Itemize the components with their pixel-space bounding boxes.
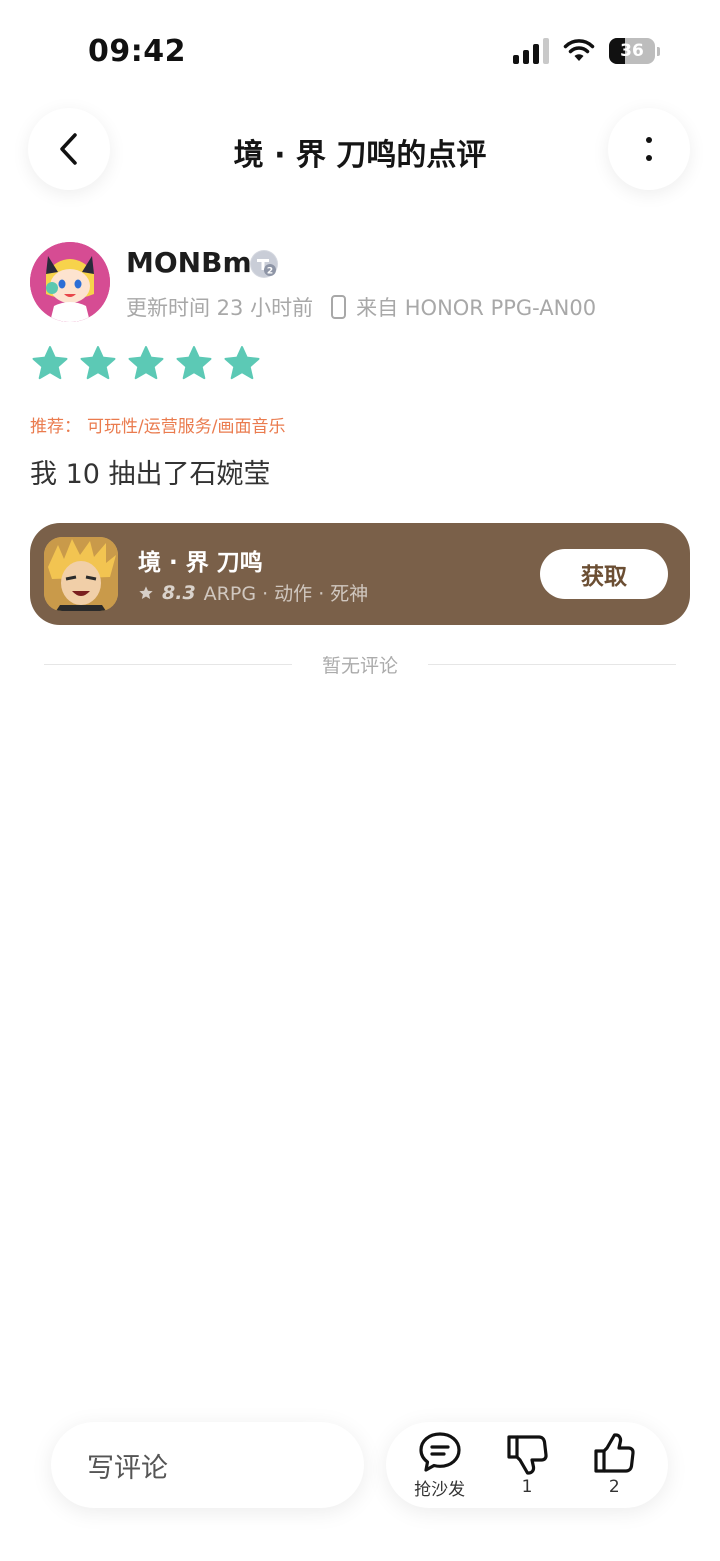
status-icons: 36 <box>513 38 660 64</box>
dislike-count: 1 <box>521 1477 533 1497</box>
status-time: 09:42 <box>88 34 186 69</box>
thumbs-down-icon <box>507 1435 548 1475</box>
more-button[interactable] <box>608 108 690 190</box>
level-number: 2 <box>267 267 273 277</box>
divider-line <box>428 663 677 665</box>
battery-level: 36 <box>620 41 644 61</box>
game-rating: 8.3 <box>162 581 196 604</box>
get-button[interactable]: 获取 <box>540 549 668 599</box>
recommend-tag-list: 可玩性/运营服务/画面音乐 <box>87 417 286 437</box>
level-badge-icon: 2 <box>250 250 278 278</box>
update-time: 更新时间 23 小时前 <box>126 296 314 320</box>
like-count: 2 <box>608 1477 620 1497</box>
no-comments-text: 暂无评论 <box>322 654 399 677</box>
star-icon <box>80 346 116 380</box>
comment-bubble-icon <box>419 1431 461 1472</box>
review-text: 我 10 抽出了石婉莹 <box>30 459 271 490</box>
no-comments-divider: 暂无评论 <box>44 652 677 677</box>
like-button[interactable]: 2 <box>576 1433 652 1497</box>
game-card[interactable]: 境 · 界 刀鸣 8.3 ARPG · 动作 · 死神 获取 <box>30 523 690 625</box>
write-comment-placeholder: 写评论 <box>87 1452 168 1484</box>
action-bar: 抢沙发 1 2 <box>386 1422 668 1508</box>
game-icon <box>44 537 118 611</box>
review-meta: 更新时间 23 小时前 来自 HONOR PPG-AN00 <box>126 292 596 322</box>
star-icon <box>176 346 212 380</box>
device-name: 来自 HONOR PPG-AN00 <box>356 296 597 320</box>
username[interactable]: MONBm <box>126 246 252 279</box>
recommend-tags: 推荐： 可玩性/运营服务/画面音乐 <box>30 412 285 437</box>
cellular-signal-icon <box>513 38 549 64</box>
status-bar: 09:42 36 <box>0 0 720 100</box>
phone-icon <box>331 295 347 319</box>
battery-tip <box>657 46 660 56</box>
author-info: MONBm 2 更新时间 23 小时前 来自 HONOR PPG-AN00 <box>30 242 690 324</box>
comment-button-label: 抢沙发 <box>414 1479 466 1500</box>
game-meta: 8.3 ARPG · 动作 · 死神 <box>138 579 368 606</box>
recommend-label: 推荐： <box>30 417 81 437</box>
review-detail-page: 09:42 36 境 · 界 刀鸣的点评 MONBm 2 更新时间 23 小时前… <box>0 0 720 1561</box>
game-tags: ARPG · 动作 · 死神 <box>203 583 369 605</box>
avatar-illustration <box>30 242 110 322</box>
game-name: 境 · 界 刀鸣 <box>138 550 263 576</box>
divider-line <box>44 663 292 665</box>
thumbs-up-icon <box>594 1433 635 1473</box>
comment-button[interactable]: 抢沙发 <box>402 1431 478 1500</box>
star-icon <box>128 346 164 380</box>
avatar[interactable] <box>30 242 110 322</box>
write-comment-input[interactable]: 写评论 <box>51 1422 364 1508</box>
star-rating <box>30 344 262 384</box>
star-icon <box>224 346 260 380</box>
star-icon <box>32 346 68 380</box>
wifi-icon <box>563 39 595 61</box>
header: 境 · 界 刀鸣的点评 <box>0 108 720 190</box>
dislike-button[interactable]: 1 <box>489 1433 565 1497</box>
battery-icon: 36 <box>609 38 655 64</box>
more-vertical-icon <box>646 137 652 161</box>
star-small-icon <box>139 585 153 599</box>
